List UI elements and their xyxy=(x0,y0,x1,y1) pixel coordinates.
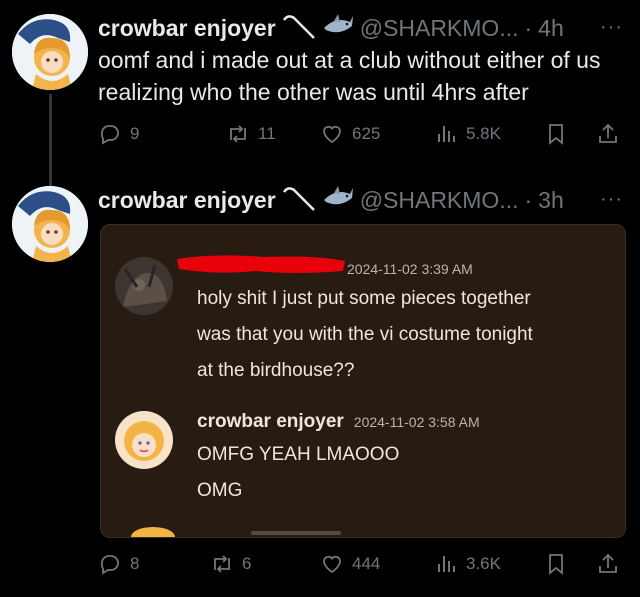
message-body: holy shit I just put some pieces togethe… xyxy=(197,281,533,389)
share-icon xyxy=(599,553,617,573)
like-button[interactable]: 444 xyxy=(320,552,380,576)
views-icon xyxy=(438,126,455,142)
bookmark-icon xyxy=(549,554,563,575)
repost-button[interactable]: 11 xyxy=(226,122,276,146)
repost-button[interactable]: 6 xyxy=(210,552,251,576)
display-name[interactable]: crowbar enjoyer xyxy=(98,15,276,42)
tweet1-header: crowbar enjoyer @SHARKMO... · 4h xyxy=(98,12,564,45)
tweet-text: oomf and i made out at a club without ei… xyxy=(98,47,601,105)
crowbar-icon xyxy=(282,184,316,217)
cropped-text xyxy=(251,531,341,535)
views-button[interactable]: 3.6K xyxy=(434,552,501,576)
repost-icon xyxy=(230,125,246,143)
timestamp[interactable]: 3h xyxy=(538,187,564,214)
message-timestamp: 2024-11-02 3:39 AM xyxy=(347,261,473,277)
reply-count: 8 xyxy=(130,554,140,573)
bookmark-button[interactable] xyxy=(544,122,568,146)
share-icon xyxy=(599,123,617,143)
like-count: 444 xyxy=(352,554,381,573)
repost-count: 11 xyxy=(258,124,276,143)
user-handle[interactable]: @SHARKMO... xyxy=(360,187,519,214)
reply-icon xyxy=(100,125,119,145)
dm-avatar-cropped xyxy=(131,527,175,537)
reply-button[interactable]: 8 xyxy=(98,552,139,576)
reply-button[interactable]: 9 xyxy=(98,122,139,146)
views-button[interactable]: 5.8K xyxy=(434,122,501,146)
attached-image[interactable]: 2024-11-02 3:39 AM holy shit I just put … xyxy=(100,224,626,538)
avatar[interactable] xyxy=(12,14,88,90)
like-button[interactable]: 625 xyxy=(320,122,380,146)
message-author: crowbar enjoyer xyxy=(197,411,344,432)
bookmark-button[interactable] xyxy=(544,552,568,576)
display-name[interactable]: crowbar enjoyer xyxy=(98,187,276,214)
view-count: 5.8K xyxy=(466,124,501,143)
like-count: 625 xyxy=(352,124,381,143)
message-header: crowbar enjoyer 2024-11-02 3:58 AM xyxy=(197,411,480,433)
separator-dot: · xyxy=(524,187,533,213)
tweet2-actions: 8 6 444 3.6K xyxy=(98,552,620,582)
more-options-icon[interactable]: ··· xyxy=(600,16,623,39)
tweet2-header: crowbar enjoyer @SHARKMO... · 3h xyxy=(98,184,564,217)
message-line: holy shit I just put some pieces togethe… xyxy=(197,288,531,309)
message-line: OMG xyxy=(197,480,243,501)
share-button[interactable] xyxy=(596,122,620,146)
dm-avatar xyxy=(115,257,173,315)
repost-icon xyxy=(214,555,230,573)
avatar[interactable] xyxy=(12,186,88,262)
separator-dot: · xyxy=(524,15,533,41)
repost-count: 6 xyxy=(242,554,252,573)
shark-icon xyxy=(322,184,354,217)
heart-icon xyxy=(323,555,341,574)
reply-count: 9 xyxy=(130,124,140,143)
crowbar-icon xyxy=(282,12,316,45)
timestamp[interactable]: 4h xyxy=(538,15,564,42)
more-options-icon[interactable]: ··· xyxy=(600,188,623,211)
heart-icon xyxy=(323,125,341,144)
view-count: 3.6K xyxy=(466,554,501,573)
message-body: OMFG YEAH LMAOOO OMG xyxy=(197,437,399,509)
share-button[interactable] xyxy=(596,552,620,576)
views-icon xyxy=(438,556,455,572)
message-line: OMFG YEAH LMAOOO xyxy=(197,444,400,465)
bookmark-icon xyxy=(549,124,563,145)
shark-icon xyxy=(322,12,354,45)
tweet1-actions: 9 11 625 5.8K xyxy=(98,122,620,152)
reply-icon xyxy=(100,555,119,575)
message-line: was that you with the vi costume tonight xyxy=(197,324,533,345)
redacted-username xyxy=(175,253,347,275)
thread-connector xyxy=(49,94,52,186)
user-handle[interactable]: @SHARKMO... xyxy=(360,15,519,42)
dm-avatar xyxy=(115,411,173,469)
message-line: at the birdhouse?? xyxy=(197,360,355,381)
message-timestamp: 2024-11-02 3:58 AM xyxy=(353,414,480,430)
